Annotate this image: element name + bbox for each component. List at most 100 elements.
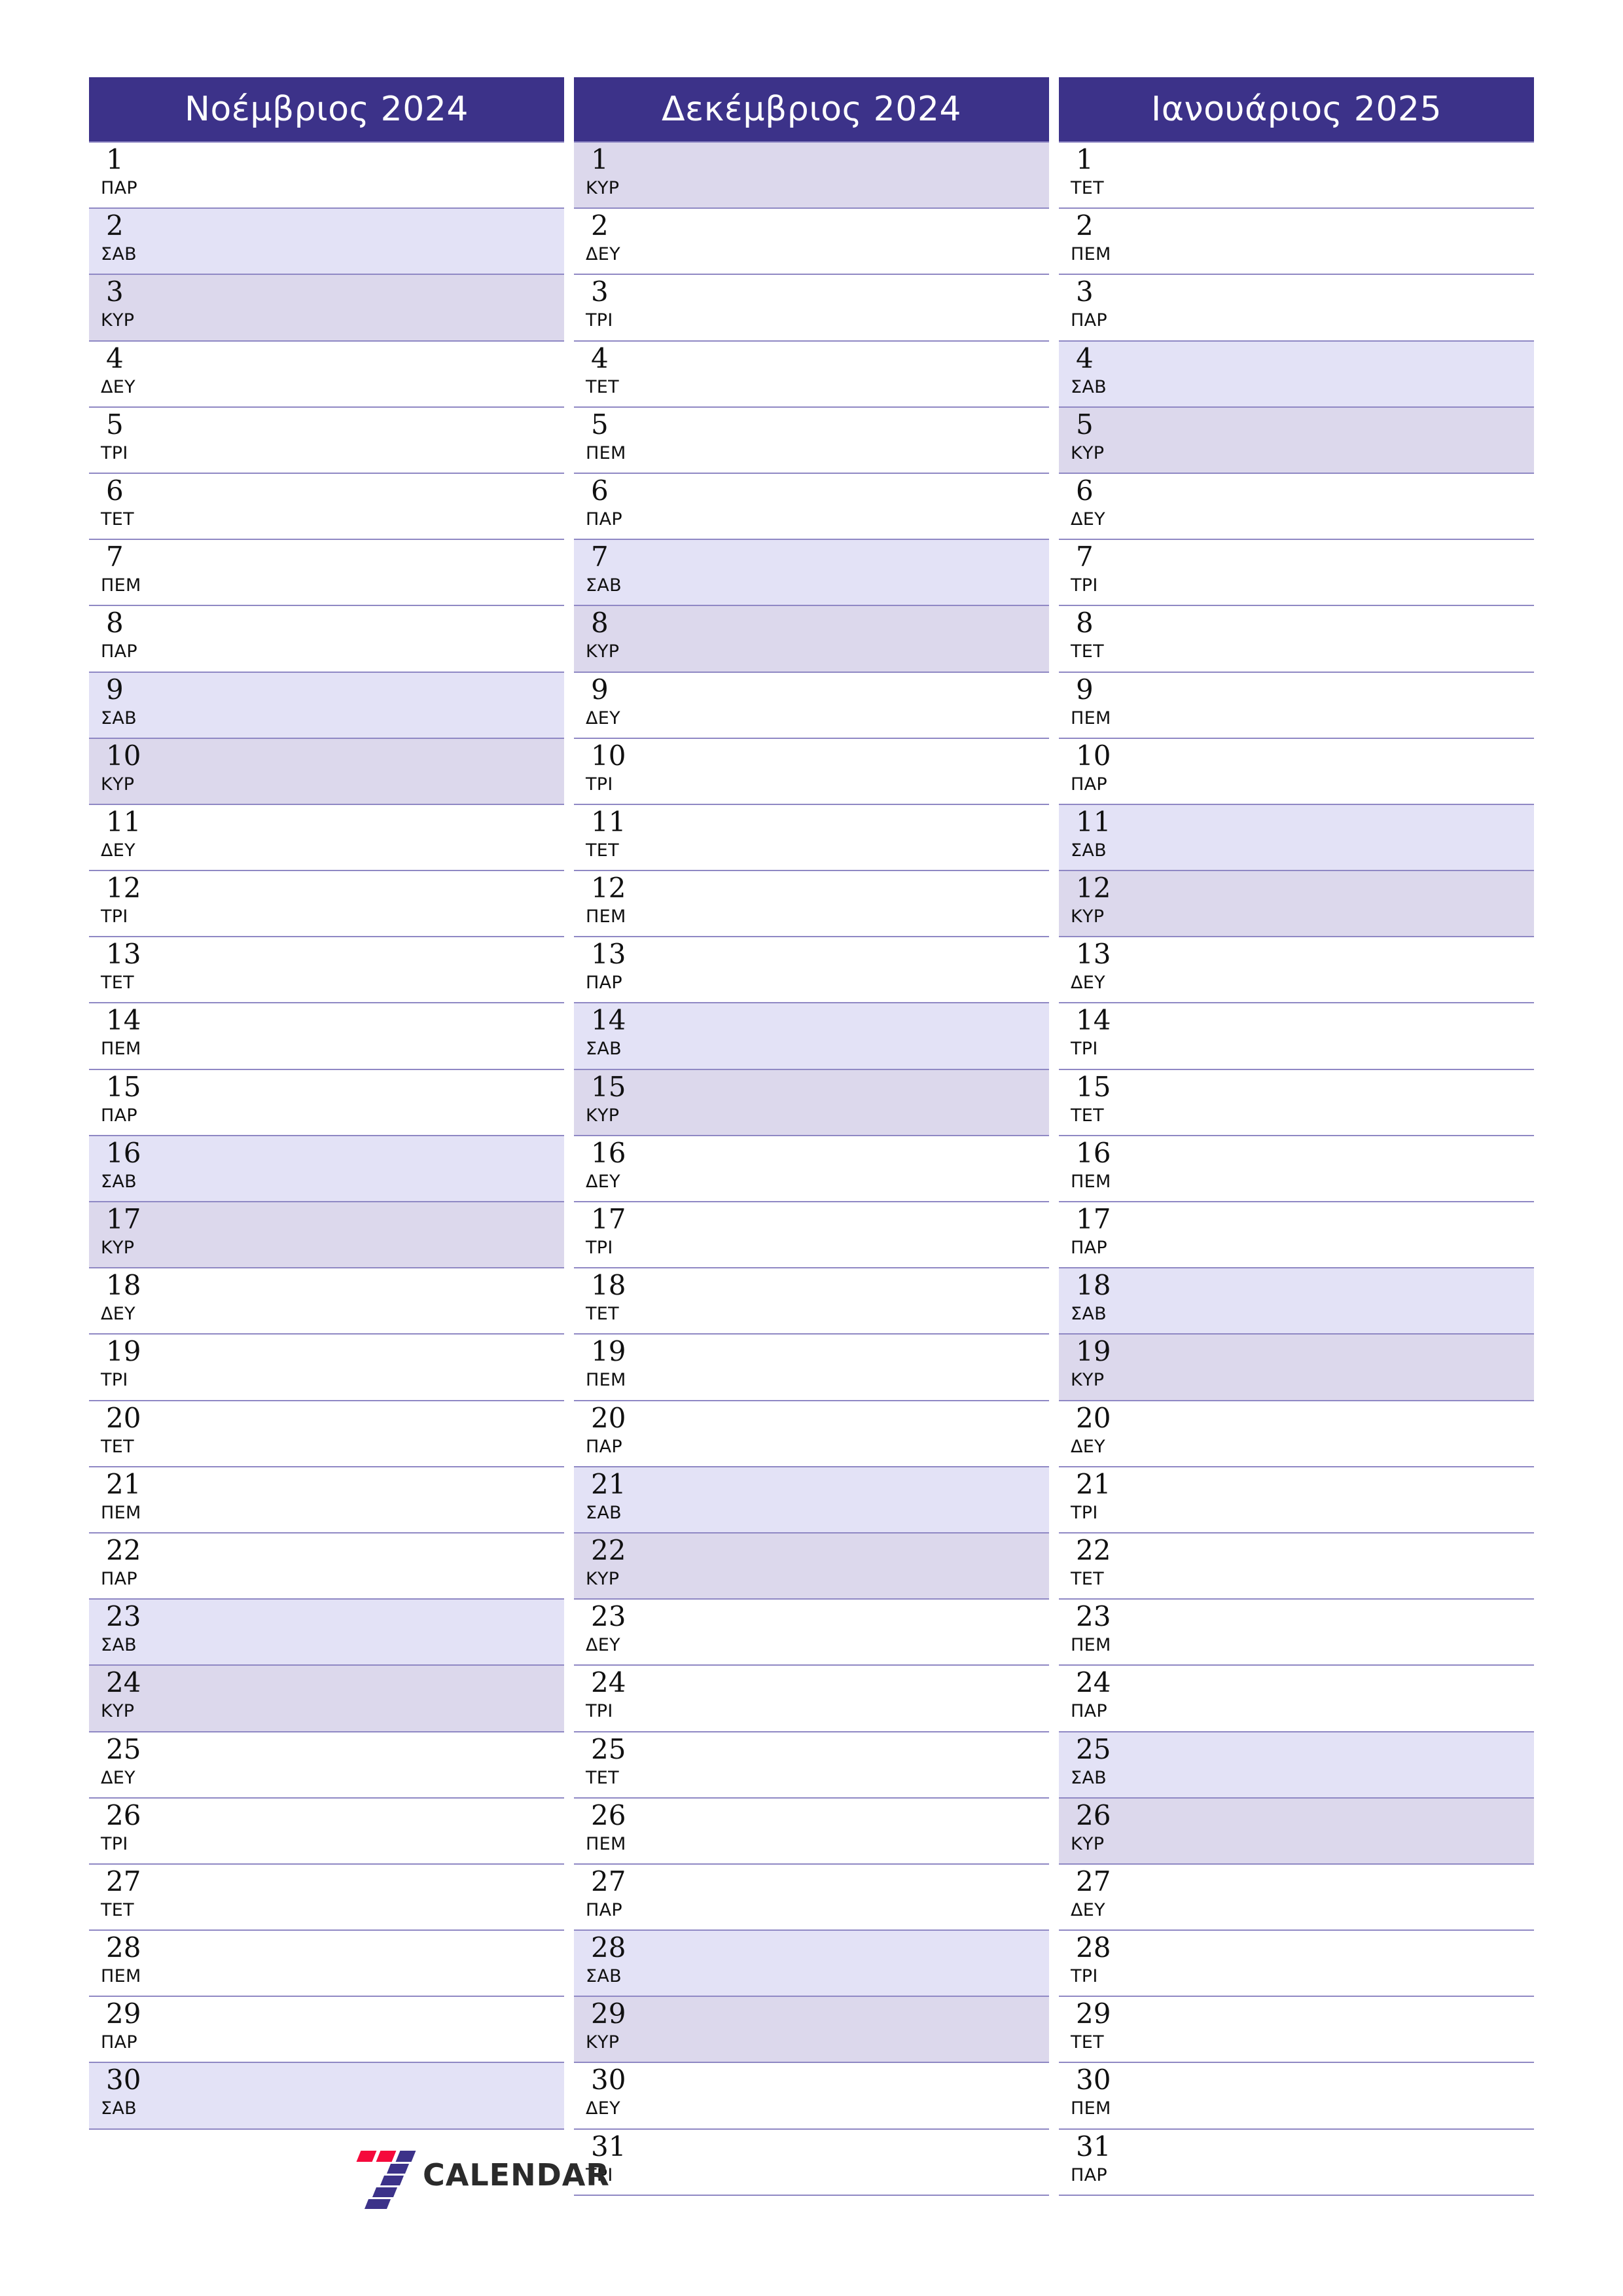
day-row[interactable]: 15 ΚΥΡ xyxy=(574,1069,1049,1136)
day-number: 3 xyxy=(106,276,124,308)
day-row[interactable]: 9 ΠΕΜ xyxy=(1059,672,1534,739)
day-row[interactable]: 25 ΣΑΒ xyxy=(1059,1732,1534,1799)
day-row[interactable]: 6 ΠΑΡ xyxy=(574,473,1049,541)
day-row[interactable]: 6 ΔΕΥ xyxy=(1059,473,1534,541)
day-row[interactable]: 5 ΠΕΜ xyxy=(574,407,1049,474)
day-row[interactable]: 12 ΠΕΜ xyxy=(574,871,1049,938)
day-row[interactable]: 21 ΤΡΙ xyxy=(1059,1467,1534,1534)
day-row[interactable]: 14 ΤΡΙ xyxy=(1059,1003,1534,1070)
day-row[interactable]: 5 ΤΡΙ xyxy=(89,407,564,474)
day-row[interactable]: 20 ΔΕΥ xyxy=(1059,1401,1534,1467)
day-row[interactable]: 31 ΠΑΡ xyxy=(1059,2129,1534,2196)
day-number: 21 xyxy=(1076,1467,1111,1500)
day-row[interactable]: 13 ΔΕΥ xyxy=(1059,937,1534,1004)
day-row[interactable]: 25 ΔΕΥ xyxy=(89,1732,564,1799)
day-row[interactable]: 1 ΠΑΡ xyxy=(89,143,564,209)
day-row[interactable]: 4 ΔΕΥ xyxy=(89,341,564,408)
day-row[interactable]: 27 ΠΑΡ xyxy=(574,1864,1049,1931)
day-row[interactable]: 9 ΔΕΥ xyxy=(574,672,1049,739)
day-row[interactable]: 11 ΔΕΥ xyxy=(89,804,564,872)
day-row[interactable]: 17 ΚΥΡ xyxy=(89,1202,564,1269)
day-row[interactable]: 4 ΣΑΒ xyxy=(1059,341,1534,408)
day-row[interactable]: 21 ΠΕΜ xyxy=(89,1467,564,1534)
day-row[interactable]: 3 ΠΑΡ xyxy=(1059,275,1534,342)
day-row[interactable]: 14 ΠΕΜ xyxy=(89,1003,564,1070)
day-row[interactable]: 24 ΤΡΙ xyxy=(574,1666,1049,1732)
day-row[interactable]: 23 ΔΕΥ xyxy=(574,1600,1049,1666)
day-row[interactable]: 16 ΣΑΒ xyxy=(89,1136,564,1202)
day-number: 5 xyxy=(591,408,609,440)
day-row[interactable]: 22 ΤΕΤ xyxy=(1059,1533,1534,1600)
day-row[interactable]: 18 ΣΑΒ xyxy=(1059,1268,1534,1335)
day-row[interactable]: 17 ΤΡΙ xyxy=(574,1202,1049,1269)
day-weekday-label: ΚΥΡ xyxy=(586,1568,620,1589)
day-row[interactable]: 7 ΤΡΙ xyxy=(1059,540,1534,607)
day-row[interactable]: 30 ΠΕΜ xyxy=(1059,2063,1534,2130)
day-row[interactable]: 15 ΤΕΤ xyxy=(1059,1069,1534,1136)
day-row[interactable]: 22 ΠΑΡ xyxy=(89,1533,564,1600)
day-row[interactable]: 2 ΣΑΒ xyxy=(89,209,564,276)
day-row[interactable]: 16 ΠΕΜ xyxy=(1059,1136,1534,1202)
day-row[interactable]: 13 ΤΕΤ xyxy=(89,937,564,1004)
day-row[interactable]: 1 ΤΕΤ xyxy=(1059,143,1534,209)
day-row[interactable]: 12 ΤΡΙ xyxy=(89,871,564,938)
day-row[interactable]: 26 ΠΕΜ xyxy=(574,1798,1049,1865)
day-row[interactable]: 17 ΠΑΡ xyxy=(1059,1202,1534,1269)
day-row[interactable]: 10 ΠΑΡ xyxy=(1059,738,1534,805)
day-row[interactable]: 8 ΚΥΡ xyxy=(574,606,1049,673)
day-row[interactable]: 11 ΣΑΒ xyxy=(1059,804,1534,872)
day-row[interactable]: 8 ΠΑΡ xyxy=(89,606,564,673)
day-row[interactable]: 5 ΚΥΡ xyxy=(1059,407,1534,474)
day-row[interactable]: 30 ΣΑΒ xyxy=(89,2063,564,2130)
day-row[interactable]: 20 ΤΕΤ xyxy=(89,1401,564,1467)
day-row[interactable]: 3 ΤΡΙ xyxy=(574,275,1049,342)
day-row[interactable]: 7 ΣΑΒ xyxy=(574,540,1049,607)
day-row[interactable]: 6 ΤΕΤ xyxy=(89,473,564,541)
day-row[interactable]: 22 ΚΥΡ xyxy=(574,1533,1049,1600)
day-row[interactable]: 20 ΠΑΡ xyxy=(574,1401,1049,1467)
day-row[interactable]: 18 ΤΕΤ xyxy=(574,1268,1049,1335)
day-row[interactable]: 10 ΤΡΙ xyxy=(574,738,1049,805)
day-row[interactable]: 31 ΤΡΙ xyxy=(574,2129,1049,2196)
day-row[interactable]: 19 ΠΕΜ xyxy=(574,1335,1049,1401)
day-row[interactable]: 12 ΚΥΡ xyxy=(1059,871,1534,938)
day-row[interactable]: 8 ΤΕΤ xyxy=(1059,606,1534,673)
day-row[interactable]: 29 ΤΕΤ xyxy=(1059,1997,1534,2064)
day-row[interactable]: 2 ΔΕΥ xyxy=(574,209,1049,276)
day-row[interactable]: 9 ΣΑΒ xyxy=(89,672,564,739)
day-row[interactable]: 28 ΤΡΙ xyxy=(1059,1931,1534,1998)
day-row[interactable]: 28 ΣΑΒ xyxy=(574,1931,1049,1998)
day-row[interactable]: 24 ΚΥΡ xyxy=(89,1666,564,1732)
day-row[interactable]: 24 ΠΑΡ xyxy=(1059,1666,1534,1732)
day-row[interactable]: 27 ΔΕΥ xyxy=(1059,1864,1534,1931)
day-row[interactable]: 19 ΤΡΙ xyxy=(89,1335,564,1401)
day-row[interactable]: 18 ΔΕΥ xyxy=(89,1268,564,1335)
day-row[interactable]: 10 ΚΥΡ xyxy=(89,738,564,805)
day-row[interactable]: 4 ΤΕΤ xyxy=(574,341,1049,408)
day-row[interactable]: 23 ΣΑΒ xyxy=(89,1600,564,1666)
day-row[interactable]: 28 ΠΕΜ xyxy=(89,1931,564,1998)
day-row[interactable]: 19 ΚΥΡ xyxy=(1059,1335,1534,1401)
day-row[interactable]: 26 ΚΥΡ xyxy=(1059,1798,1534,1865)
day-row[interactable]: 11 ΤΕΤ xyxy=(574,804,1049,872)
day-row[interactable]: 21 ΣΑΒ xyxy=(574,1467,1049,1534)
day-row[interactable]: 16 ΔΕΥ xyxy=(574,1136,1049,1202)
day-row[interactable]: 13 ΠΑΡ xyxy=(574,937,1049,1004)
day-row[interactable]: 26 ΤΡΙ xyxy=(89,1798,564,1865)
day-row[interactable]: 15 ΠΑΡ xyxy=(89,1069,564,1136)
day-row[interactable]: 3 ΚΥΡ xyxy=(89,275,564,342)
day-row[interactable]: 14 ΣΑΒ xyxy=(574,1003,1049,1070)
day-row[interactable]: 29 ΠΑΡ xyxy=(89,1997,564,2064)
day-row[interactable]: 25 ΤΕΤ xyxy=(574,1732,1049,1799)
day-row[interactable]: 27 ΤΕΤ xyxy=(89,1864,564,1931)
day-row[interactable]: 29 ΚΥΡ xyxy=(574,1997,1049,2064)
day-row[interactable]: 23 ΠΕΜ xyxy=(1059,1600,1534,1666)
day-row[interactable]: 1 ΚΥΡ xyxy=(574,143,1049,209)
day-weekday-label: ΠΕΜ xyxy=(1071,2098,1111,2119)
day-row[interactable]: 30 ΔΕΥ xyxy=(574,2063,1049,2130)
day-row[interactable]: 7 ΠΕΜ xyxy=(89,540,564,607)
day-weekday-label: ΠΑΡ xyxy=(1071,310,1107,331)
day-number: 11 xyxy=(106,805,141,838)
day-row[interactable]: 2 ΠΕΜ xyxy=(1059,209,1534,276)
day-number: 6 xyxy=(1076,474,1094,507)
